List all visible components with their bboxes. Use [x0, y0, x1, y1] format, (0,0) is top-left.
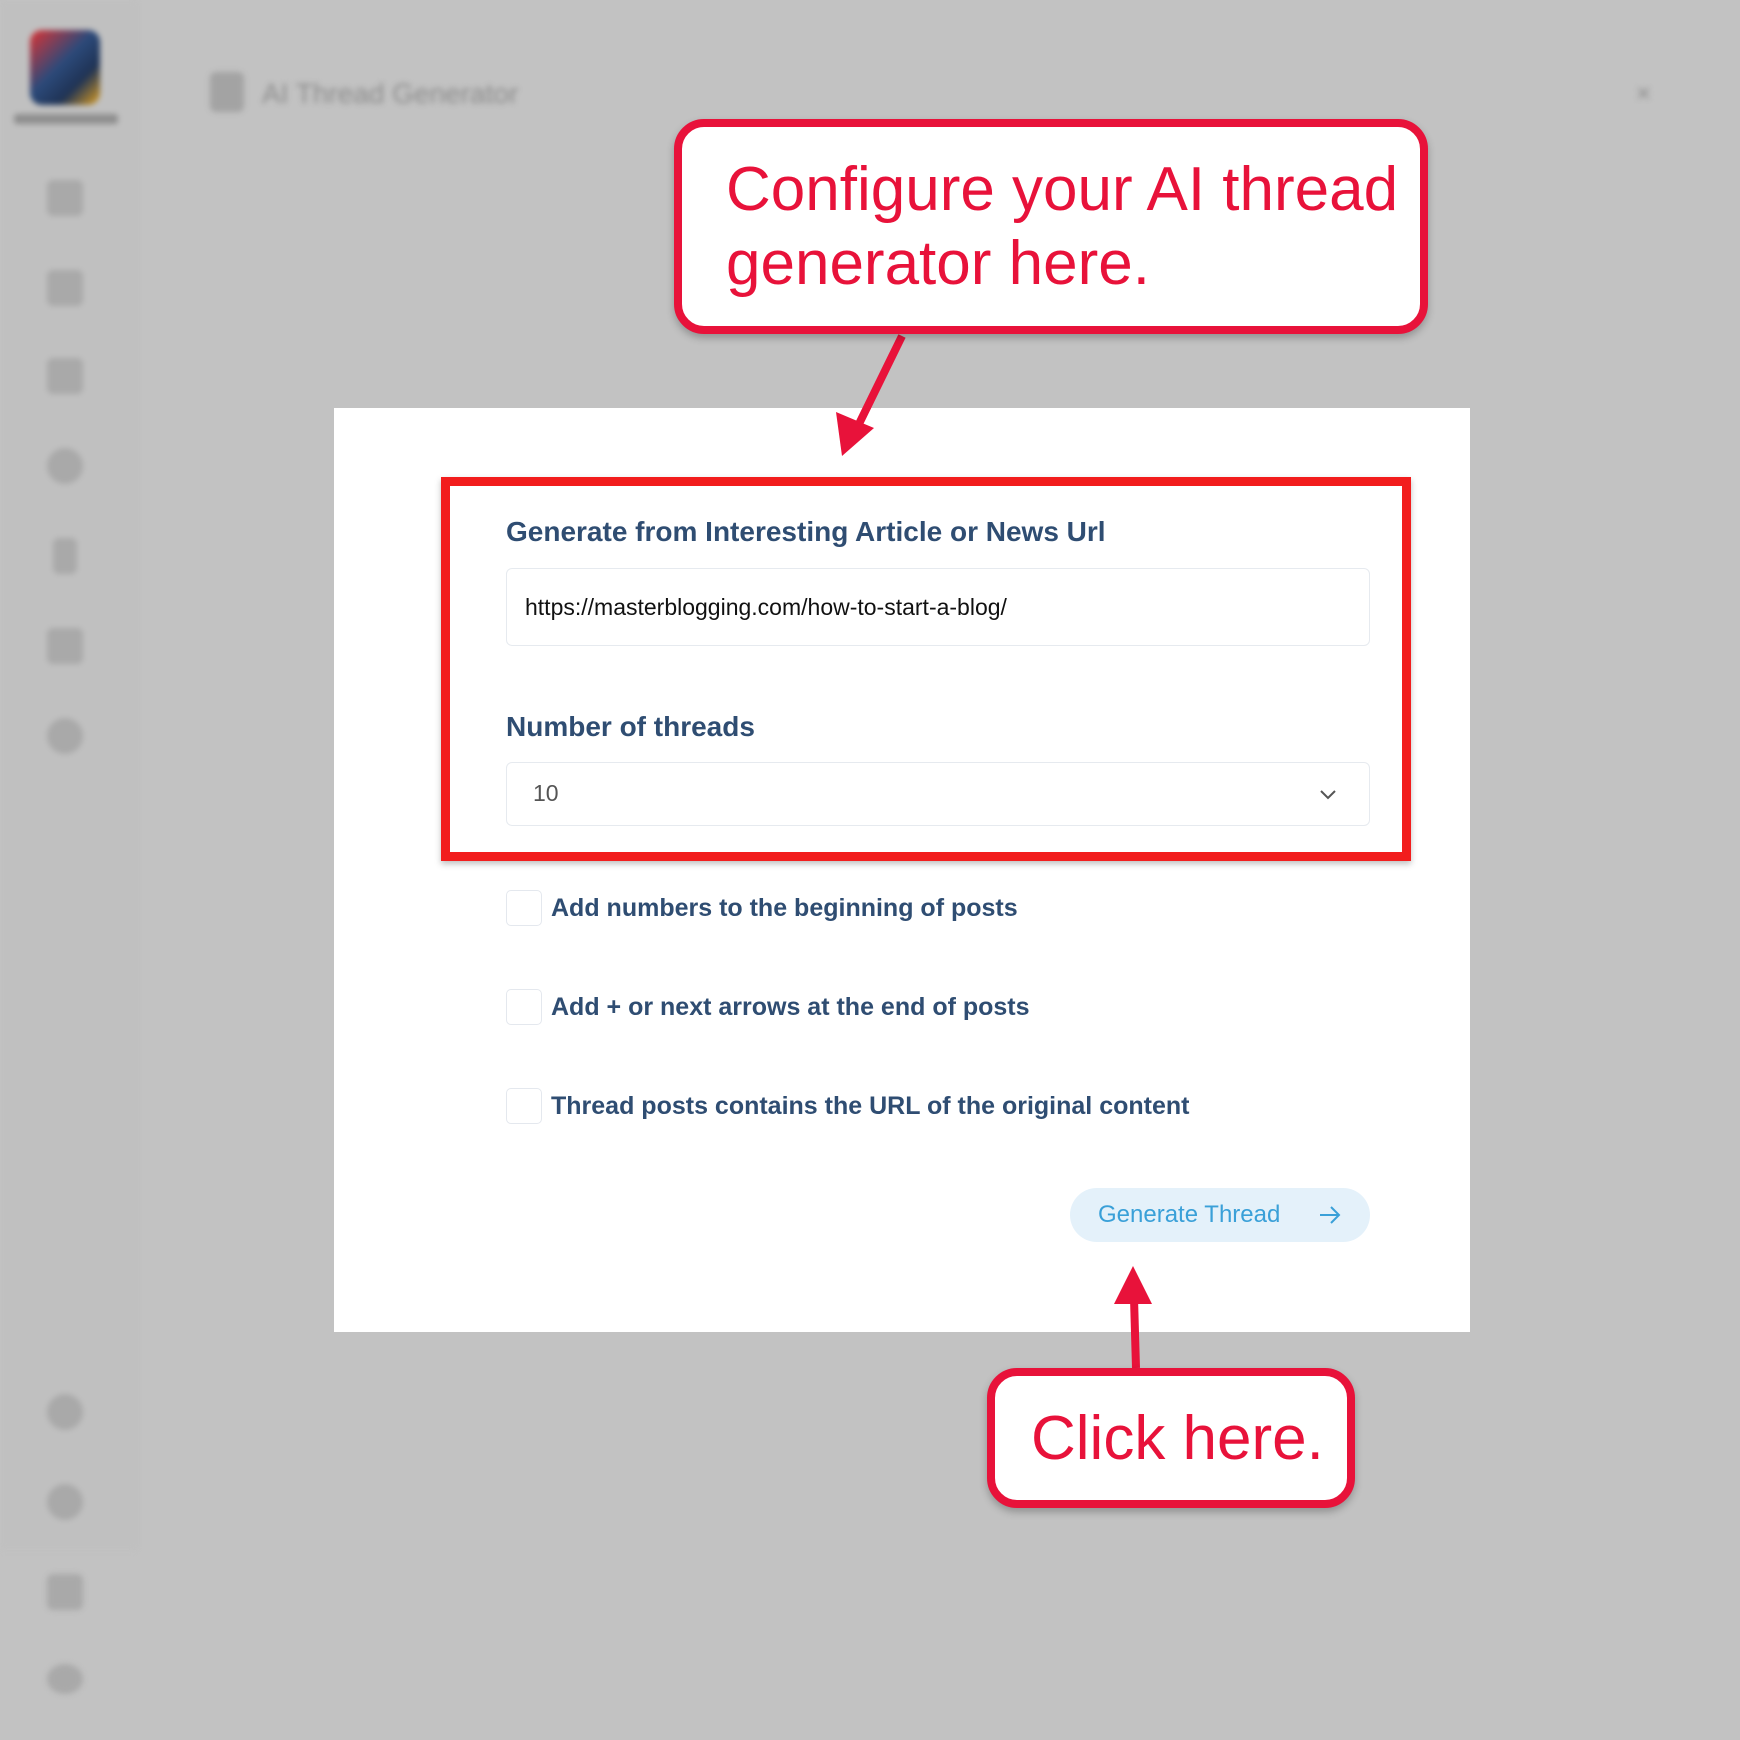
close-icon[interactable]: × — [1636, 78, 1651, 109]
arrow-right-icon — [1320, 1206, 1341, 1224]
add-arrows-label: Add + or next arrows at the end of posts — [551, 993, 1030, 1021]
add-numbers-checkbox[interactable] — [506, 890, 542, 926]
generate-thread-button[interactable]: Generate Thread — [1070, 1188, 1370, 1242]
include-url-checkbox[interactable] — [506, 1088, 542, 1124]
rss-icon[interactable] — [53, 538, 77, 574]
sidebar — [0, 0, 136, 1694]
thread-icon — [210, 72, 244, 112]
add-arrows-checkbox[interactable] — [506, 989, 542, 1025]
dashboard-icon[interactable] — [47, 180, 83, 216]
include-url-label: Thread posts contains the URL of the ori… — [551, 1092, 1190, 1120]
twitter-icon[interactable] — [47, 1394, 83, 1430]
notification-icon[interactable] — [47, 1574, 83, 1610]
app-logo-wordmark — [14, 114, 118, 124]
link-icon[interactable] — [47, 448, 83, 484]
callout-click-here: Click here. — [987, 1368, 1355, 1508]
compose-icon[interactable] — [47, 270, 83, 306]
settings-icon[interactable] — [47, 1664, 83, 1694]
clock-icon[interactable] — [47, 718, 83, 754]
callout-configure: Configure your AI thread generator here. — [674, 119, 1428, 334]
app-logo-icon — [30, 30, 100, 105]
highlight-box — [441, 477, 1411, 861]
help-icon[interactable] — [47, 1484, 83, 1520]
generate-thread-label: Generate Thread — [1098, 1201, 1281, 1228]
edit-icon[interactable] — [47, 628, 83, 664]
chat-icon[interactable] — [47, 358, 83, 394]
page-title: AI Thread Generator — [262, 78, 519, 109]
add-numbers-label: Add numbers to the beginning of posts — [551, 894, 1018, 922]
